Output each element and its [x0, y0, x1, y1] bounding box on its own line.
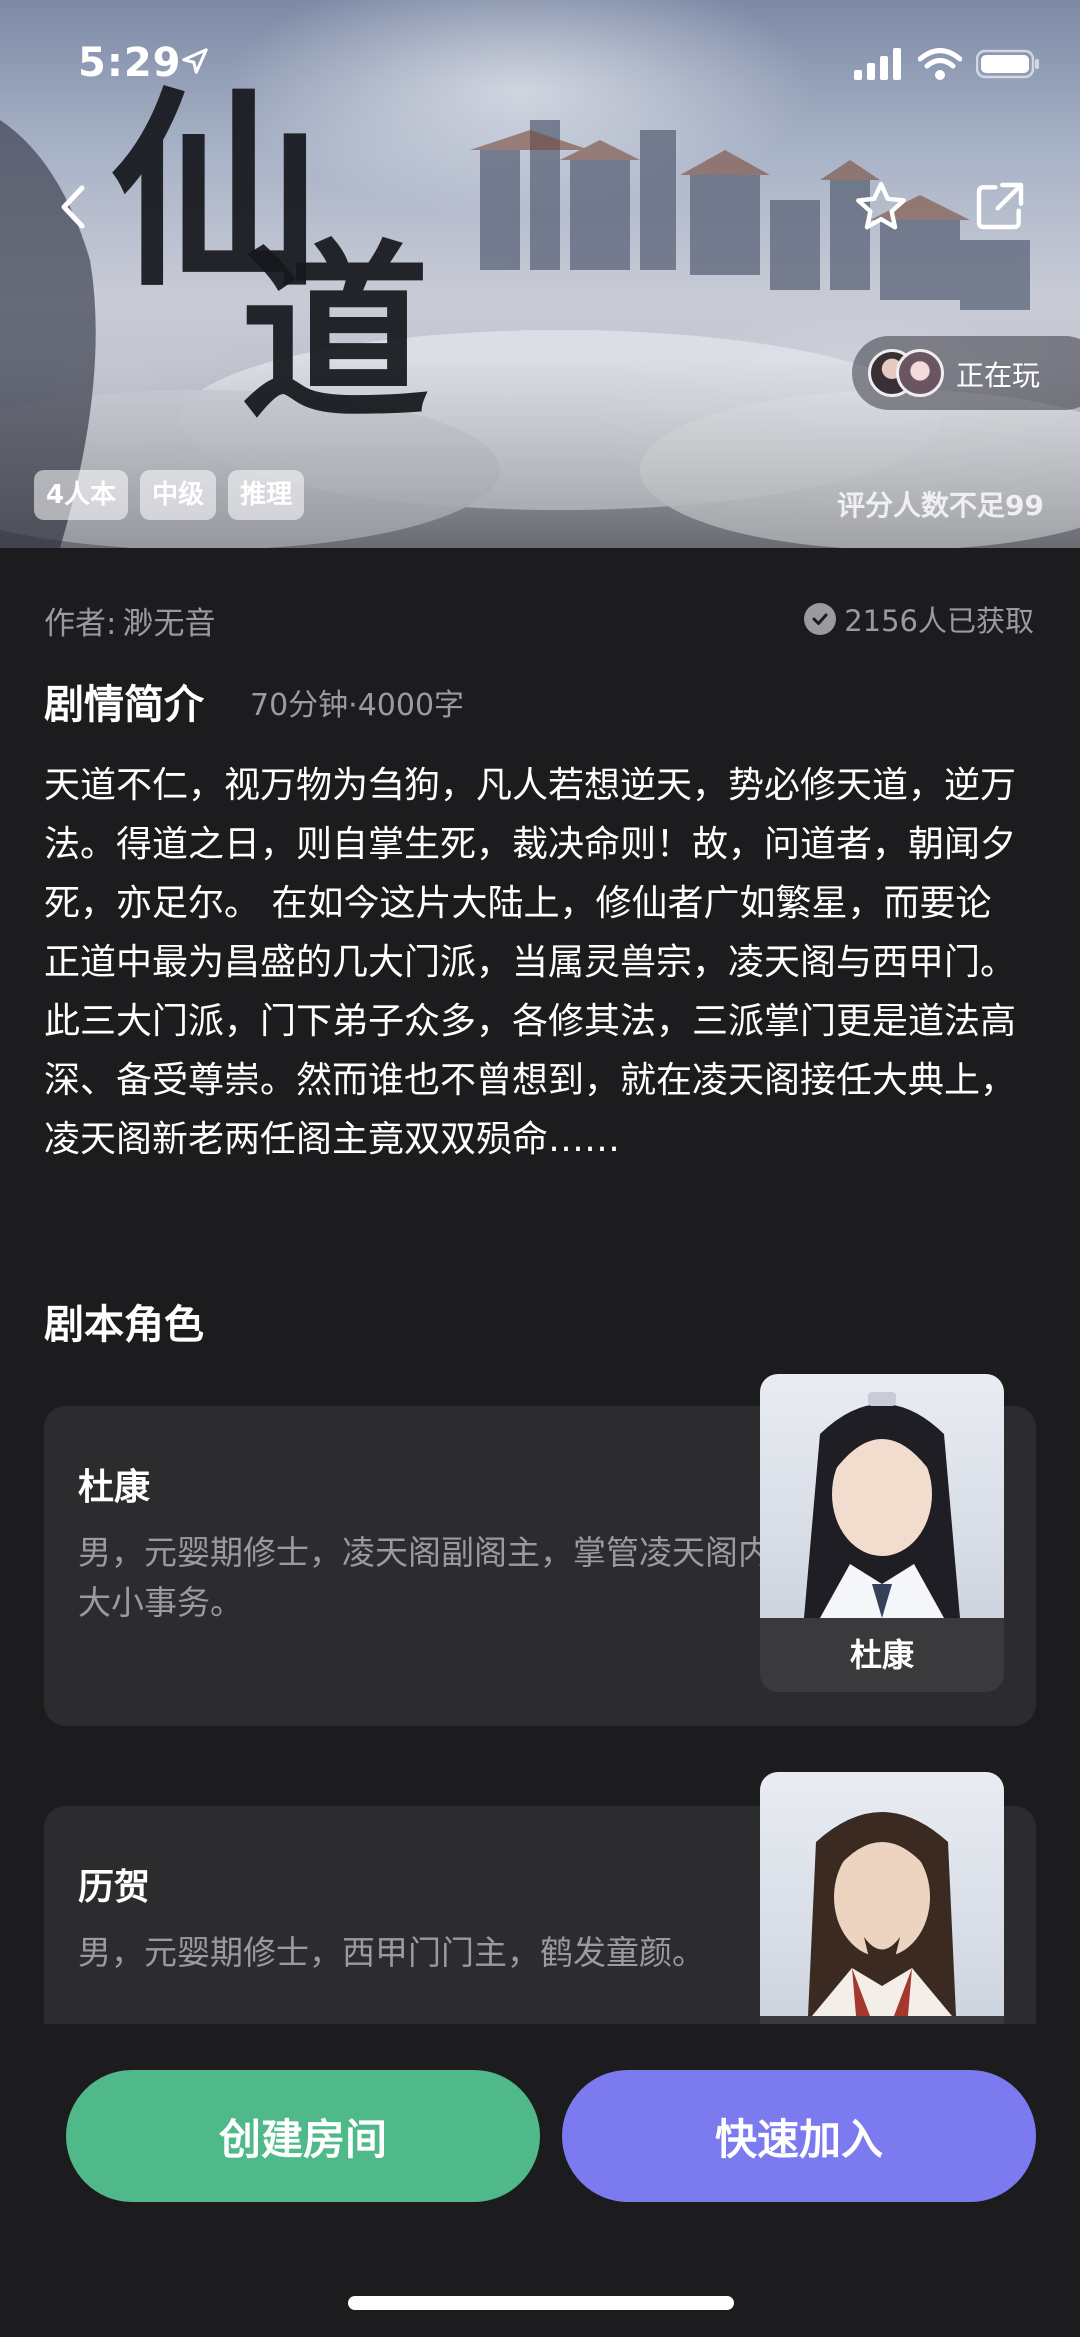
role-portrait-image [760, 1772, 1004, 2016]
star-icon[interactable] [852, 178, 910, 236]
tag-difficulty: 中级 [140, 470, 217, 520]
role-portrait-image [760, 1374, 1004, 1618]
role-portrait[interactable]: 杜康 [760, 1374, 1004, 1692]
create-room-button[interactable]: 创建房间 [66, 2070, 540, 2202]
battery-icon [976, 49, 1039, 79]
tag-players: 4人本 [34, 470, 129, 520]
quick-join-button[interactable]: 快速加入 [562, 2070, 1036, 2202]
role-portrait-label: 杜康 [849, 1636, 914, 1674]
now-playing-badge[interactable]: 正在玩 [852, 336, 1080, 410]
author-line: 作者: 渺无音 [44, 598, 215, 643]
synopsis-text: 天道不仁，视万物为刍狗，凡人若想逆天，势必修天道，逆万法。得道之日，则自掌生死，… [44, 765, 1017, 1160]
author-label: 作者: [44, 606, 117, 642]
back-icon[interactable] [54, 182, 94, 232]
synopsis-meta: 70分钟·4000字 [250, 688, 465, 723]
roles-title: 剧本角色 [44, 1302, 204, 1348]
role-name: 历贺 [78, 1867, 151, 1908]
role-desc: 男，元婴期修士，西甲门门主，鹤发童颜。 [78, 1933, 705, 1972]
hero-banner: 仙 道 5:29 [0, 0, 1080, 548]
role-name: 杜康 [78, 1467, 151, 1508]
obtained-count: 2156人已获取 [804, 598, 1034, 640]
author-name[interactable]: 渺无音 [122, 606, 215, 642]
home-indicator [348, 2296, 734, 2310]
share-icon[interactable] [972, 178, 1028, 234]
role-desc: 男，元婴期修士，凌天阁副阁主，掌管凌天阁内大小事务。 [78, 1533, 771, 1622]
rating-note: 评分人数不足99 [837, 489, 1044, 522]
obtained-text: 2156人已获取 [844, 604, 1034, 638]
signal-icon [854, 48, 901, 80]
check-icon [804, 603, 837, 635]
wifi-icon [918, 48, 962, 80]
status-time: 5:29 [78, 40, 182, 86]
tag-list: 4人本 中级 推理 [34, 470, 305, 520]
location-arrow-icon [182, 48, 208, 74]
now-playing-label: 正在玩 [956, 359, 1041, 392]
tag-genre: 推理 [228, 470, 305, 520]
synopsis-title: 剧情简介 [44, 682, 204, 728]
status-indicators [854, 48, 1040, 80]
player-avatar [896, 349, 944, 397]
